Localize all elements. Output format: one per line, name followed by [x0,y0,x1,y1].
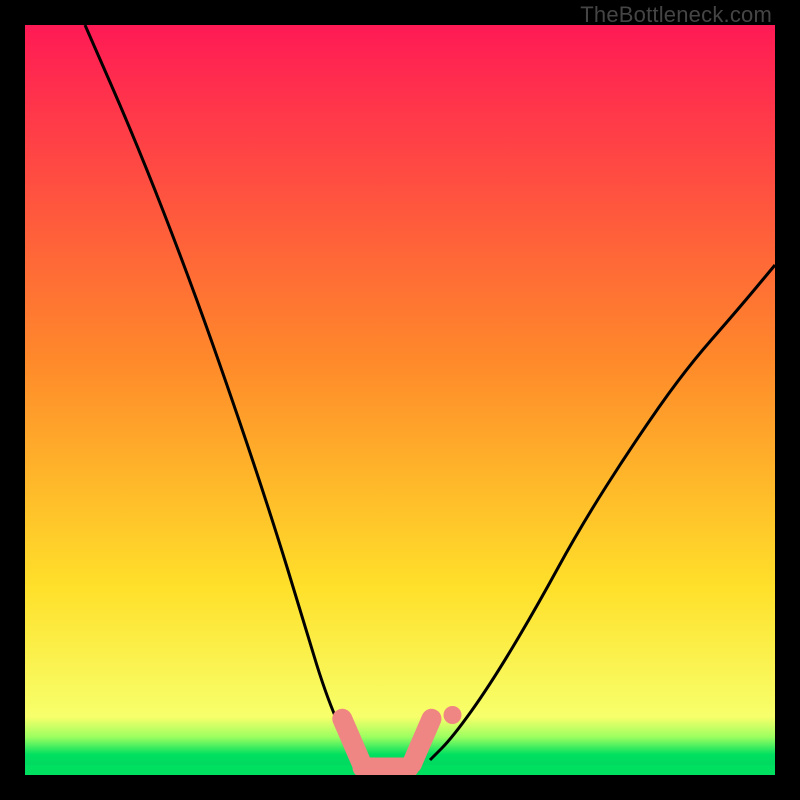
marker-left-bar [342,719,362,764]
marker-outlier-dot [444,706,462,724]
curve-left [85,25,359,768]
curve-right [430,265,775,760]
curve-overlay [25,25,775,775]
watermark-text: TheBottleneck.com [580,2,772,28]
chart-frame: TheBottleneck.com [0,0,800,800]
valley-markers [342,706,461,768]
marker-right-bar [412,719,432,764]
plot-area [25,25,775,775]
